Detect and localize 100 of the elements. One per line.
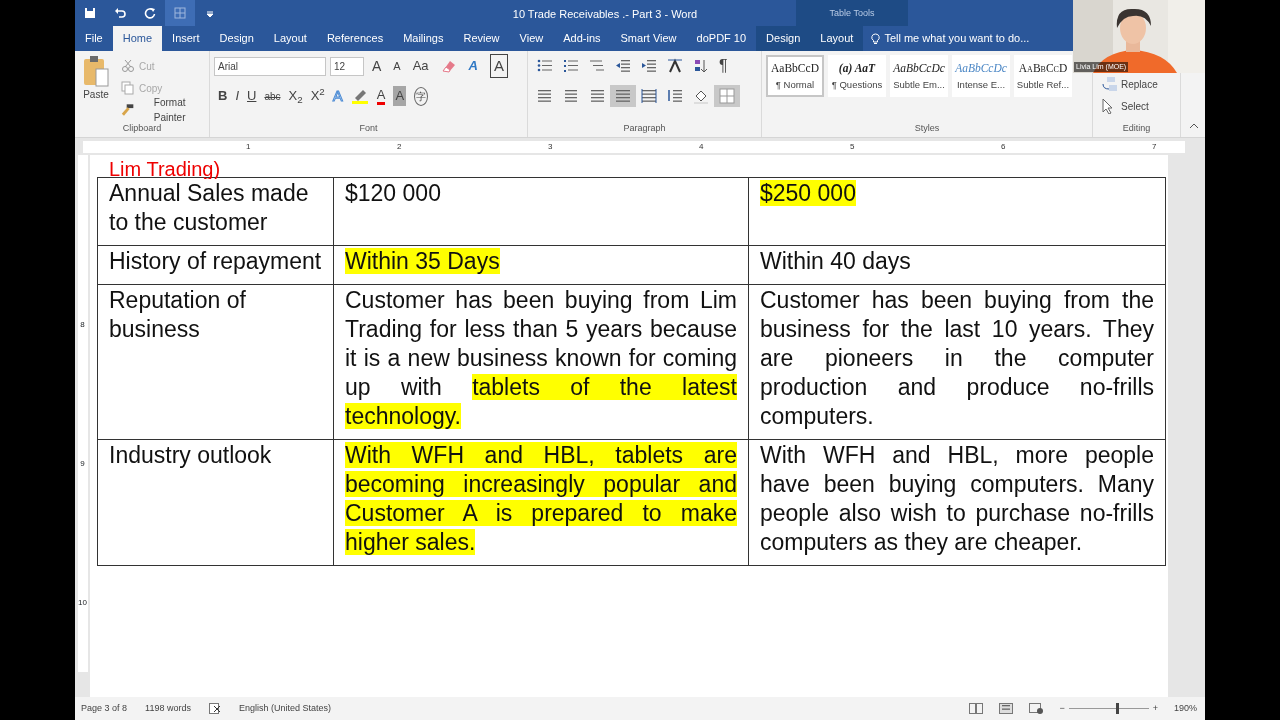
table-cell: Within 35 Days: [333, 245, 749, 285]
style-gallery-item[interactable]: AaBbCcD ¶ Normal: [766, 55, 824, 97]
group-label: Editing: [1121, 121, 1152, 135]
font-color-button[interactable]: A: [372, 85, 390, 107]
change-case-button[interactable]: Aa: [408, 55, 433, 77]
increase-indent-icon[interactable]: [641, 58, 657, 74]
lightbulb-icon: [871, 32, 881, 45]
font-size-field[interactable]: 12: [330, 56, 364, 76]
ruler-number: 5: [850, 140, 856, 153]
web-layout-icon[interactable]: [1029, 703, 1044, 714]
ruler-number: 9: [80, 457, 85, 470]
tell-me-search[interactable]: Tell me what you want to do...: [863, 26, 1030, 51]
zoom-level[interactable]: 190%: [1173, 701, 1197, 716]
style-gallery-item[interactable]: AaBbCcDc Subtle Em...: [890, 55, 948, 97]
grow-font-button[interactable]: A: [368, 55, 386, 77]
page-indicator[interactable]: Page 3 of 8: [81, 701, 128, 716]
ribbon-tab[interactable]: Layout: [263, 26, 317, 51]
scissors-icon: [121, 59, 135, 73]
ribbon-tab[interactable]: Smart View: [610, 26, 687, 51]
italic-button[interactable]: I: [231, 85, 243, 107]
word-count[interactable]: 1198 words: [145, 701, 191, 716]
style-gallery-item[interactable]: AaBbCcD Subtle Ref...: [1014, 55, 1072, 97]
ribbon-tab[interactable]: Mailings: [393, 26, 454, 51]
group-label: Paragraph: [622, 121, 667, 135]
strikethrough-button[interactable]: abc: [260, 85, 285, 107]
group-label: Styles: [913, 121, 941, 135]
align-center-icon[interactable]: [563, 88, 579, 104]
proofing-icon[interactable]: [208, 703, 221, 714]
ruler-number: 7: [1152, 140, 1158, 153]
shrink-font-button[interactable]: A: [389, 55, 405, 77]
group-label: Clipboard: [121, 121, 163, 135]
align-left-icon[interactable]: [537, 88, 553, 104]
table-cell: Reputation of business: [97, 284, 334, 440]
ribbon-tab[interactable]: View: [509, 26, 554, 51]
justify-icon[interactable]: [615, 88, 631, 104]
replace-button[interactable]: Replace: [1097, 73, 1162, 95]
replace-icon: [1101, 76, 1117, 92]
table-cell: $120 000: [333, 177, 749, 246]
ruler-number: 6: [1001, 140, 1007, 153]
bold-button[interactable]: B: [214, 85, 232, 107]
paint-bucket-icon[interactable]: [693, 88, 709, 104]
ruler-number: 10: [78, 596, 87, 609]
ribbon-tab[interactable]: doPDF 10: [686, 26, 757, 51]
select-button[interactable]: Select: [1097, 95, 1153, 117]
distributed-icon[interactable]: [641, 88, 657, 104]
read-mode-icon[interactable]: [969, 703, 984, 714]
ribbon-tab[interactable]: Layout: [810, 26, 864, 51]
ruler-number: 4: [699, 140, 705, 153]
format-painter-button[interactable]: Format Painter: [117, 99, 205, 121]
line-spacing-icon[interactable]: [667, 88, 683, 104]
table-cell: Customer has been buying from Lim Trading for less than 5 years because it is a new business known for coming up with tablets of the latest technology.: [333, 284, 749, 440]
show-marks-button[interactable]: ¶: [714, 55, 733, 77]
align-right-icon[interactable]: [589, 88, 605, 104]
undo-icon[interactable]: [114, 7, 126, 19]
zoom-out-button[interactable]: −: [1059, 701, 1065, 716]
print-layout-icon[interactable]: [999, 703, 1014, 714]
ruler-number: 2: [397, 140, 403, 153]
script-button[interactable]: X$_{2}$: [284, 85, 307, 107]
script-button[interactable]: X$^{2}$: [306, 85, 329, 107]
group-label: Font: [358, 121, 379, 135]
ruler-number: 3: [548, 140, 554, 153]
sort-icon[interactable]: [693, 58, 709, 74]
table-cell: With WFH and HBL, tablets are becoming increasingly popular and Customer A is prepared to make higher sales.: [333, 439, 749, 566]
table-cell: Customer has been buying from the business for the last 10 years. They are pioneers in the computer production and produce no-frills computers.: [748, 284, 1166, 440]
table-cell: History of repayment: [97, 245, 334, 285]
zoom-in-button[interactable]: +: [1152, 701, 1158, 716]
paste-button[interactable]: Paste: [79, 55, 113, 117]
decrease-indent-icon[interactable]: [615, 58, 631, 74]
font-name-field[interactable]: Arial: [214, 56, 326, 76]
table-cell: Industry outlook: [97, 439, 334, 566]
copy-icon: [121, 81, 135, 95]
slider-thumb[interactable]: [1116, 703, 1120, 714]
ribbon-tab[interactable]: Insert: [162, 26, 210, 51]
contextual-tab-label: Table Tools: [796, 0, 908, 26]
save-icon[interactable]: [84, 7, 96, 19]
eraser-icon[interactable]: [440, 58, 457, 74]
style-gallery-item[interactable]: (a) AaT ¶ Questions: [828, 55, 886, 97]
redo-icon[interactable]: [144, 7, 156, 19]
text-effects-button[interactable]: A: [464, 55, 482, 77]
table-cell: $250 000: [748, 177, 1166, 246]
ribbon-tab[interactable]: File: [75, 26, 113, 51]
bullet-list-icon[interactable]: [537, 58, 553, 74]
collapse-ribbon-icon[interactable]: [1189, 123, 1199, 129]
text-direction-icon[interactable]: [667, 58, 683, 74]
ribbon-tab[interactable]: References: [316, 26, 394, 51]
ribbon-tab[interactable]: Design: [209, 26, 264, 51]
underline-button[interactable]: U: [243, 85, 261, 107]
ribbon-tab[interactable]: Home: [112, 26, 163, 51]
multilevel-list-icon[interactable]: [589, 58, 605, 74]
style-gallery-item[interactable]: AaBbCcDc Intense E...: [952, 55, 1010, 97]
highlighter-icon[interactable]: [350, 88, 369, 104]
language-indicator[interactable]: English (United States): [238, 701, 331, 716]
paintbrush-icon: [121, 103, 135, 117]
ribbon-tab[interactable]: Review: [453, 26, 510, 51]
table-cell: With WFH and HBL, more people have been buying computers. Many people also wish to purchase no-frills computers as they are cheaper.: [748, 439, 1166, 566]
clipboard-icon: [83, 55, 109, 87]
ribbon-tab[interactable]: Add-ins: [553, 26, 611, 51]
ruler-number: 8: [80, 318, 85, 331]
numbered-list-icon[interactable]: [563, 58, 579, 74]
ribbon-tab[interactable]: Design: [756, 26, 811, 51]
